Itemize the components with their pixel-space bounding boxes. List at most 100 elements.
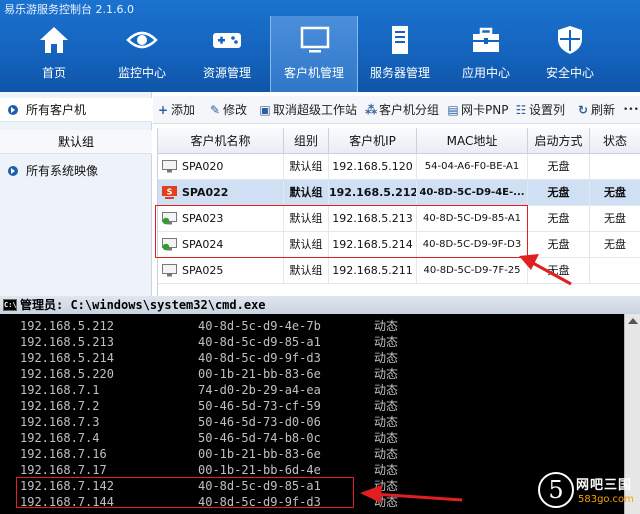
nav-label: 服务器管理 xyxy=(369,66,430,80)
shield-icon xyxy=(558,26,582,54)
refresh-label: 刷新 xyxy=(591,103,616,117)
cmd-mac: 00-1b-21-bb-6d-4e xyxy=(198,463,321,477)
cmd-type: 动态 xyxy=(374,415,399,429)
cmd-title-bar[interactable]: C:\ 管理员: C:\windows\system32\cmd.exe xyxy=(0,296,640,314)
cell-status: 无盘 xyxy=(590,206,640,232)
cmd-type: 动态 xyxy=(374,367,399,381)
sidebar-item-label: 所有客户机 xyxy=(26,103,87,117)
cell-boot: 无盘 xyxy=(528,154,590,180)
nav-resource-management[interactable]: 资源管理 xyxy=(183,16,271,92)
table-header: 客户机名称 组别 客户机IP MAC地址 启动方式 状态 xyxy=(158,128,640,154)
annotation-arrow-icon xyxy=(360,485,463,503)
group-icon: ⁂ xyxy=(365,103,378,117)
cmd-type: 动态 xyxy=(374,351,399,365)
nav-label: 应用中心 xyxy=(461,66,510,80)
column-header[interactable]: 客户机名称 xyxy=(158,128,284,154)
nav-security-center[interactable]: 安全中心 xyxy=(526,16,614,92)
nav-label: 客户机管理 xyxy=(283,66,344,80)
cmd-window-icon: C:\ xyxy=(3,299,17,311)
edit-label: 修改 xyxy=(223,103,248,117)
expand-arrow-icon xyxy=(8,105,18,115)
watermark-glyph: 5 xyxy=(538,472,574,508)
cmd-ip: 192.168.7.4 xyxy=(20,431,100,445)
scroll-up-arrow-icon[interactable] xyxy=(628,318,638,324)
cmd-mac: 40-8d-5c-d9-4e-7b xyxy=(198,319,321,333)
expand-arrow-icon xyxy=(8,166,18,176)
cell-status: 无盘 xyxy=(590,180,640,206)
set-columns-button[interactable]: ☷ 设置列 xyxy=(515,102,565,118)
cmd-ip: 192.168.5.212 xyxy=(20,319,114,333)
cmd-type: 动态 xyxy=(374,383,399,397)
refresh-icon: ↻ xyxy=(577,103,589,117)
cell-boot: 无盘 xyxy=(528,206,590,232)
toolbar: + 添加 ✎ 修改 ▣ 取消超级工作站 ⁂ 客户机分组 ▤ 网卡PNP ☷ 设置列 ↻ 刷新 … xyxy=(153,96,640,124)
column-header[interactable]: 组别 xyxy=(284,128,329,154)
sidebar-item-label: 默认组 xyxy=(57,135,94,149)
app-header: 易乐游服务控制台 2.1.6.0 首页 监控中心 资源管理 客户机管理 服务器管… xyxy=(0,0,640,92)
edit-button[interactable]: ✎ 修改 xyxy=(209,102,247,118)
cell-status: 无盘 xyxy=(590,232,640,258)
monitor-icon xyxy=(300,26,330,53)
sidebar-item-default-group[interactable]: 默认组 xyxy=(0,130,152,154)
nav-home[interactable]: 首页 xyxy=(10,16,98,92)
cmd-mac: 50-46-5d-74-b8-0c xyxy=(198,431,321,445)
nav-label: 安全中心 xyxy=(545,66,594,80)
cmd-ip: 192.168.7.2 xyxy=(20,399,100,413)
table-row[interactable]: S SPA022 默认组 192.168.5.212 40-8D-5C-D9-4… xyxy=(158,180,640,206)
more-button[interactable]: ••• xyxy=(623,102,639,118)
watermark-url: 583go.com xyxy=(578,494,634,505)
cmd-type: 动态 xyxy=(374,399,399,413)
main-nav: 首页 监控中心 资源管理 客户机管理 服务器管理 应用中心 安全中心 xyxy=(0,16,640,92)
column-header[interactable]: 状态 xyxy=(590,128,640,154)
column-header[interactable]: MAC地址 xyxy=(417,128,528,154)
watermark-logo: 5 网吧三国 583go.com xyxy=(538,470,640,514)
nav-monitor-center[interactable]: 监控中心 xyxy=(98,16,186,92)
cell-ip: 192.168.5.120 xyxy=(329,154,417,180)
columns-icon: ☷ xyxy=(515,103,527,117)
cancel-super-workstation-button[interactable]: ▣ 取消超级工作站 xyxy=(259,102,357,118)
add-label: 添加 xyxy=(171,103,196,117)
cell-boot: 无盘 xyxy=(528,180,590,206)
nic-pnp-label: 网卡PNP xyxy=(461,103,509,117)
cmd-mac: 50-46-5d-73-cf-59 xyxy=(198,399,321,413)
cell-ip: 192.168.5.212 xyxy=(329,180,417,206)
plus-icon: + xyxy=(157,103,169,117)
cmd-ip: 192.168.5.214 xyxy=(20,351,114,365)
cell-name: SPA022 xyxy=(158,180,284,206)
cmd-mac: 00-1b-21-bb-83-6e xyxy=(198,367,321,381)
cmd-type: 动态 xyxy=(374,447,399,461)
cmd-ip: 192.168.7.1 xyxy=(20,383,100,397)
refresh-button[interactable]: ↻ 刷新 xyxy=(577,102,615,118)
cmd-ip: 192.168.7.16 xyxy=(20,447,107,461)
nav-label: 监控中心 xyxy=(117,66,166,80)
nav-client-management[interactable]: 客户机管理 xyxy=(270,16,358,92)
cmd-type: 动态 xyxy=(374,463,399,477)
nic-icon: ▤ xyxy=(447,103,459,117)
column-header[interactable]: 客户机IP xyxy=(329,128,417,154)
cancel-super-label: 取消超级工作站 xyxy=(273,103,358,117)
cell-group: 默认组 xyxy=(284,154,329,180)
cell-name: SPA020 xyxy=(158,154,284,180)
nic-pnp-button[interactable]: ▤ 网卡PNP xyxy=(447,102,508,118)
eye-icon xyxy=(126,31,158,49)
sidebar-item-all-clients[interactable]: 所有客户机 xyxy=(0,98,152,122)
nav-label: 首页 xyxy=(41,66,66,80)
cell-status xyxy=(590,258,640,284)
server-icon xyxy=(392,26,408,54)
table-row[interactable]: SPA020 默认组 192.168.5.120 54-04-A6-F0-BE-… xyxy=(158,154,640,180)
column-header[interactable]: 启动方式 xyxy=(528,128,590,154)
cmd-mac: 74-d0-2b-29-a4-ea xyxy=(198,383,321,397)
cmd-mac: 40-8d-5c-d9-85-a1 xyxy=(198,335,321,349)
watermark-name: 网吧三国 xyxy=(576,478,633,493)
cmd-ip: 192.168.7.17 xyxy=(20,463,107,477)
cmd-ip: 192.168.7.3 xyxy=(20,415,100,429)
sidebar-item-all-system-images[interactable]: 所有系统映像 xyxy=(0,159,152,183)
nav-server-management[interactable]: 服务器管理 xyxy=(356,16,444,92)
sidebar-item-label: 所有系统映像 xyxy=(26,164,99,178)
add-button[interactable]: + 添加 xyxy=(157,102,195,118)
cmd-mac: 50-46-5d-73-d0-06 xyxy=(198,415,321,429)
client-group-label: 客户机分组 xyxy=(379,103,440,117)
edit-icon: ✎ xyxy=(209,103,221,117)
client-group-button[interactable]: ⁂ 客户机分组 xyxy=(365,102,439,118)
nav-app-center[interactable]: 应用中心 xyxy=(442,16,530,92)
